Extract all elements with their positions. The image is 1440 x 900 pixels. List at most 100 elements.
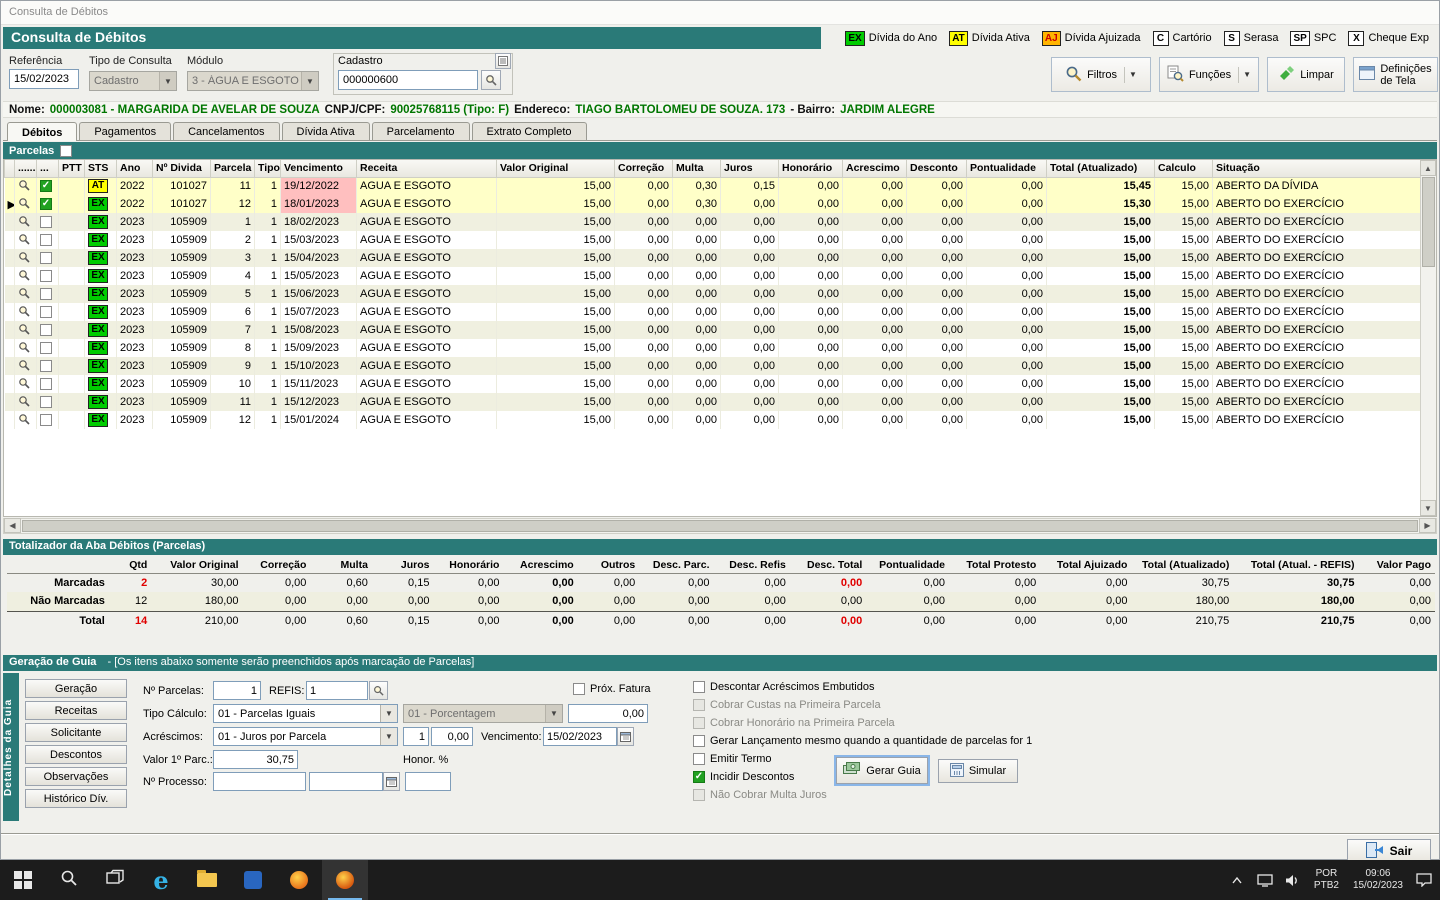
guia-checkbox-row[interactable]: Gerar Lançamento mesmo quando a quantida… xyxy=(693,735,1032,747)
edge-button[interactable]: e xyxy=(138,860,184,900)
row-checkbox[interactable] xyxy=(40,414,52,427)
prox-fatura-checkbox[interactable] xyxy=(573,683,585,695)
guia-checkbox-row[interactable]: Cobrar Honorário na Primeira Parcela xyxy=(693,717,895,729)
vertical-scroll-thumb[interactable] xyxy=(1422,177,1435,267)
table-row[interactable]: EX 2023 105909 3 1 15/04/2023 AGUA E ESGOTO 15,… xyxy=(4,249,1422,267)
table-row[interactable]: EX 2023 105909 10 1 15/11/2023 AGUA E ESGOTO 15… xyxy=(4,375,1422,393)
guia-checkbox-row[interactable]: Cobrar Custas na Primeira Parcela xyxy=(693,699,881,711)
porcentagem-valor-input[interactable] xyxy=(568,704,648,723)
zoom-icon[interactable] xyxy=(18,197,30,212)
cadastro-options-button[interactable] xyxy=(495,53,511,69)
taskbar-search-button[interactable] xyxy=(46,860,92,900)
row-checkbox[interactable] xyxy=(40,252,52,265)
definicoes-tela-button[interactable]: Definições de Tela xyxy=(1353,57,1438,92)
guia-checkbox[interactable] xyxy=(693,789,705,801)
app-button-1[interactable] xyxy=(230,860,276,900)
tab-parcelamento[interactable]: Parcelamento xyxy=(371,122,470,140)
row-checkbox[interactable] xyxy=(40,342,52,355)
gerar-guia-button[interactable]: Gerar Guia xyxy=(834,755,930,786)
referencia-input[interactable] xyxy=(9,69,79,89)
table-row[interactable]: EX 2023 105909 9 1 15/10/2023 AGUA E ESGOTO 15,… xyxy=(4,357,1422,375)
row-checkbox[interactable] xyxy=(40,270,52,283)
row-checkbox[interactable] xyxy=(40,216,52,229)
zoom-icon[interactable] xyxy=(18,287,30,302)
app-button-2[interactable] xyxy=(276,860,322,900)
notification-center-button[interactable] xyxy=(1412,860,1436,900)
row-checkbox[interactable] xyxy=(40,288,52,301)
zoom-icon[interactable] xyxy=(18,269,30,284)
row-checkbox[interactable] xyxy=(40,360,52,373)
table-row[interactable]: EX 2023 105909 5 1 15/06/2023 AGUA E ESGOTO 15,… xyxy=(4,285,1422,303)
zoom-icon[interactable] xyxy=(18,395,30,410)
table-row[interactable]: EX 2023 105909 6 1 15/07/2023 AGUA E ESGOTO 15,… xyxy=(4,303,1422,321)
guia-tab-observações[interactable]: Observações xyxy=(25,767,127,786)
guia-checkbox[interactable] xyxy=(693,681,705,693)
tipo-consulta-combo[interactable]: Cadastro ▼ xyxy=(89,71,177,91)
guia-checkbox[interactable] xyxy=(693,699,705,711)
valor-parc-input[interactable] xyxy=(213,750,298,769)
file-explorer-button[interactable] xyxy=(184,860,230,900)
prox-fatura-checkbox-row[interactable]: Próx. Fatura xyxy=(573,683,651,695)
guia-checkbox[interactable]: ✓ xyxy=(693,771,705,783)
start-button[interactable] xyxy=(0,860,46,900)
app-button-3-active[interactable] xyxy=(322,860,368,900)
zoom-icon[interactable] xyxy=(18,323,30,338)
tab-débitos[interactable]: Débitos xyxy=(7,122,78,141)
scroll-up-button[interactable]: ▲ xyxy=(1420,160,1436,176)
acrescimos-valor-input[interactable] xyxy=(431,727,473,746)
language-indicator[interactable]: POR PTB2 xyxy=(1309,868,1344,892)
volume-icon[interactable] xyxy=(1281,860,1305,900)
table-row[interactable]: EX 2023 105909 11 1 15/12/2023 AGUA E ESGOTO 15… xyxy=(4,393,1422,411)
row-checkbox[interactable] xyxy=(40,234,52,247)
honor-input[interactable] xyxy=(405,772,451,791)
zoom-icon[interactable] xyxy=(18,341,30,356)
tab-cancelamentos[interactable]: Cancelamentos xyxy=(173,122,280,140)
zoom-icon[interactable] xyxy=(18,377,30,392)
guia-tab-geração[interactable]: Geração xyxy=(25,679,127,698)
modulo-combo[interactable]: 3 - ÁGUA E ESGOTO ▼ xyxy=(187,71,319,91)
processo-input-1[interactable] xyxy=(213,772,306,791)
cadastro-search-button[interactable] xyxy=(481,70,501,90)
vencimento-input[interactable] xyxy=(543,727,617,746)
guia-checkbox-row[interactable]: Não Cobrar Multa Juros xyxy=(693,789,827,801)
zoom-icon[interactable] xyxy=(18,359,30,374)
guia-checkbox-row[interactable]: Descontar Acréscimos Embutidos xyxy=(693,681,874,693)
scroll-right-button[interactable]: ▶ xyxy=(1419,518,1436,533)
cadastro-input[interactable] xyxy=(338,70,478,90)
table-row[interactable]: EX 2023 105909 12 1 15/01/2024 AGUA E ESGOTO 15… xyxy=(4,411,1422,429)
parcelas-checkbox[interactable] xyxy=(60,144,73,157)
guia-checkbox[interactable] xyxy=(693,717,705,729)
scroll-down-button[interactable]: ▼ xyxy=(1420,500,1436,516)
clock[interactable]: 09:06 15/02/2023 xyxy=(1348,868,1408,892)
network-icon[interactable] xyxy=(1253,860,1277,900)
row-checkbox[interactable] xyxy=(40,378,52,391)
acrescimos-qtd-input[interactable] xyxy=(403,727,429,746)
row-checkbox[interactable] xyxy=(40,324,52,337)
guia-tab-receitas[interactable]: Receitas xyxy=(25,701,127,720)
zoom-icon[interactable] xyxy=(18,233,30,248)
horizontal-scroll-thumb[interactable] xyxy=(22,520,1418,532)
table-row[interactable]: EX 2023 105909 8 1 15/09/2023 AGUA E ESGOTO 15,… xyxy=(4,339,1422,357)
funcoes-button[interactable]: Funções ▼ xyxy=(1159,57,1259,92)
row-checkbox[interactable]: ✓ xyxy=(40,180,52,193)
tipo-calculo-combo[interactable]: 01 - Parcelas Iguais ▼ xyxy=(213,704,398,723)
table-row[interactable]: EX 2023 105909 2 1 15/03/2023 AGUA E ESGOTO 15,… xyxy=(4,231,1422,249)
horizontal-scrollbar[interactable]: ◀ ▶ xyxy=(3,518,1437,534)
vertical-scrollbar[interactable]: ▲ ▼ xyxy=(1420,160,1436,516)
guia-tab-solicitante[interactable]: Solicitante xyxy=(25,723,127,742)
limpar-button[interactable]: Limpar xyxy=(1267,57,1345,92)
table-row[interactable]: ✓ AT 2022 101027 11 1 19/12/2022 AGUA E ESGOTO 1… xyxy=(4,177,1422,195)
table-row[interactable]: EX 2023 105909 1 1 18/02/2023 AGUA E ESGOTO 15,… xyxy=(4,213,1422,231)
processo-input-2[interactable] xyxy=(309,772,383,791)
porcentagem-combo[interactable]: 01 - Porcentagem ▼ xyxy=(403,704,563,723)
refis-search-button[interactable] xyxy=(369,681,388,700)
zoom-icon[interactable] xyxy=(18,215,30,230)
row-checkbox[interactable] xyxy=(40,396,52,409)
filtros-button[interactable]: Filtros ▼ xyxy=(1051,57,1151,92)
tray-chevron-up[interactable] xyxy=(1225,860,1249,900)
table-row[interactable]: EX 2023 105909 7 1 15/08/2023 AGUA E ESGOTO 15,… xyxy=(4,321,1422,339)
tab-pagamentos[interactable]: Pagamentos xyxy=(79,122,172,140)
row-checkbox[interactable] xyxy=(40,306,52,319)
guia-checkbox[interactable] xyxy=(693,735,705,747)
scroll-left-button[interactable]: ◀ xyxy=(4,518,21,533)
